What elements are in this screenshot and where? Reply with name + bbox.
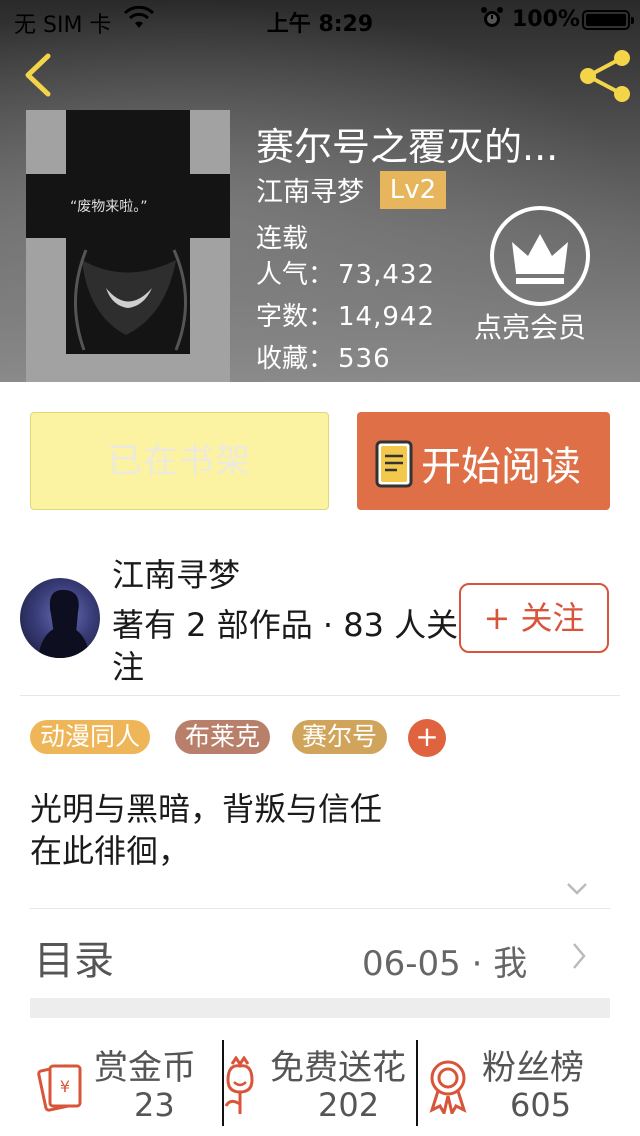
book-author[interactable]: 江南寻梦 [256,170,364,209]
add-tag-button[interactable]: + [408,719,446,757]
reward-coins-label: 赏金币 [94,1048,196,1088]
stat-label: 收藏： [256,344,335,374]
alarm-icon [481,7,503,27]
book-status: 连载 [256,224,309,254]
toc-latest[interactable]: 06-05 · 我 [362,936,527,985]
cover-text: “废物来啦。” [70,199,148,215]
send-flower-value: 202 [318,1086,380,1124]
cover-art [26,110,230,382]
stat-label: 人气： [256,260,335,290]
intro-line: 在此徘徊， [30,832,191,870]
stat-wordcount: 字数： 14,942 [256,296,435,333]
start-reading-label: 开始阅读 [421,444,581,490]
reward-coins-value: 23 [134,1086,175,1124]
battery-percent: 100% [512,7,580,32]
intro-line: 光明与黑暗，背叛与信任 [30,790,383,828]
member-button[interactable] [490,206,590,306]
crown-icon [512,234,568,284]
flower-icon [224,1056,254,1114]
fan-ranking-value: 605 [510,1086,572,1124]
stat-value: 536 [338,344,391,374]
svg-text:¥: ¥ [60,1077,70,1096]
divider [20,695,620,696]
fan-ranking-button[interactable]: 粉丝榜 605 [418,1030,618,1136]
section-separator [30,998,610,1018]
member-label[interactable]: 点亮会员 [474,306,586,346]
stat-favorites: 收藏： 536 [256,338,391,375]
battery-icon [582,10,634,30]
stat-value: 14,942 [338,302,435,332]
author-name[interactable]: 江南寻梦 [112,550,240,596]
medal-icon [429,1060,467,1114]
status-bar: 无 SIM 卡 上午 8:29 100% [0,0,640,40]
send-flower-button[interactable]: 免费送花 202 [224,1030,416,1136]
reward-coins-button[interactable]: ¥ 赏金币 23 [30,1030,220,1136]
start-reading-button[interactable]: 开始阅读 [357,412,610,510]
divider [30,908,610,909]
send-flower-label: 免费送花 [270,1048,406,1088]
tag-item[interactable]: 赛尔号 [292,720,388,754]
avatar-silhouette [38,589,90,658]
fan-ranking-label: 粉丝榜 [482,1048,584,1088]
in-shelf-button[interactable]: 已在书架 [30,412,329,510]
author-meta: 著有 2 部作品 · 83 人关注 [112,606,459,686]
tag-item[interactable]: 布莱克 [175,720,271,754]
follow-button[interactable]: + 关注 [459,583,609,653]
level-badge: Lv2 [380,171,446,209]
red-envelope-icon: ¥ [37,1064,82,1112]
back-button[interactable] [18,50,58,100]
book-title: 赛尔号之覆灭的... [256,125,559,169]
book-intro: 光明与黑暗，背叛与信任 在此徘徊， [30,788,382,872]
stat-label: 字数： [256,302,335,332]
book-icon [375,440,413,488]
book-cover[interactable]: “废物来啦。” [26,110,230,382]
chevron-right-icon[interactable] [572,942,586,970]
author-avatar[interactable] [20,578,100,658]
tag-item[interactable]: 动漫同人 [30,720,151,754]
book-header: 无 SIM 卡 上午 8:29 100% “废物来啦。” 赛尔号之覆灭的... … [0,0,640,382]
stat-popularity: 人气： 73,432 [256,254,435,291]
toc-label[interactable]: 目录 [34,928,114,986]
stat-value: 73,432 [338,260,435,290]
share-button[interactable] [576,48,636,104]
chevron-down-icon[interactable] [566,882,588,896]
